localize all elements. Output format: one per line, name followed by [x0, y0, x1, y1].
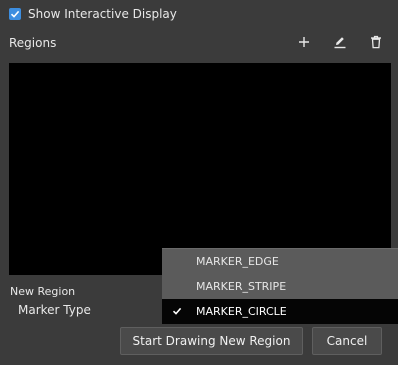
marker-option-label: MARKER_STRIPE: [196, 280, 287, 293]
marker-option-edge[interactable]: MARKER_EDGE: [162, 249, 398, 274]
checkmark-icon: [10, 10, 20, 18]
new-region-title: New Region: [10, 285, 76, 298]
start-drawing-button[interactable]: Start Drawing New Region: [120, 327, 303, 355]
show-interactive-display-label: Show Interactive Display: [28, 7, 177, 21]
marker-option-circle[interactable]: MARKER_CIRCLE: [162, 299, 398, 324]
plus-icon: [299, 37, 309, 47]
region-panel: Show Interactive Display Regions New Reg…: [0, 0, 398, 365]
checkmark-icon: [172, 307, 182, 315]
trash-icon: [371, 35, 381, 49]
marker-option-label: MARKER_CIRCLE: [196, 305, 287, 318]
regions-list[interactable]: [9, 63, 391, 275]
show-interactive-display-checkbox[interactable]: [9, 8, 21, 20]
edit-region-button[interactable]: [331, 33, 349, 51]
marker-type-dropdown-menu[interactable]: MARKER_EDGE MARKER_STRIPE MARKER_CIRCLE: [162, 248, 398, 324]
marker-option-stripe[interactable]: MARKER_STRIPE: [162, 274, 398, 299]
regions-title: Regions: [9, 36, 57, 50]
show-interactive-display-row[interactable]: Show Interactive Display: [9, 6, 177, 22]
pencil-icon: [334, 37, 346, 49]
delete-region-button[interactable]: [367, 33, 385, 51]
marker-type-label: Marker Type: [18, 303, 91, 317]
cancel-button[interactable]: Cancel: [312, 327, 382, 355]
add-region-button[interactable]: [295, 33, 313, 51]
marker-option-label: MARKER_EDGE: [196, 255, 279, 268]
